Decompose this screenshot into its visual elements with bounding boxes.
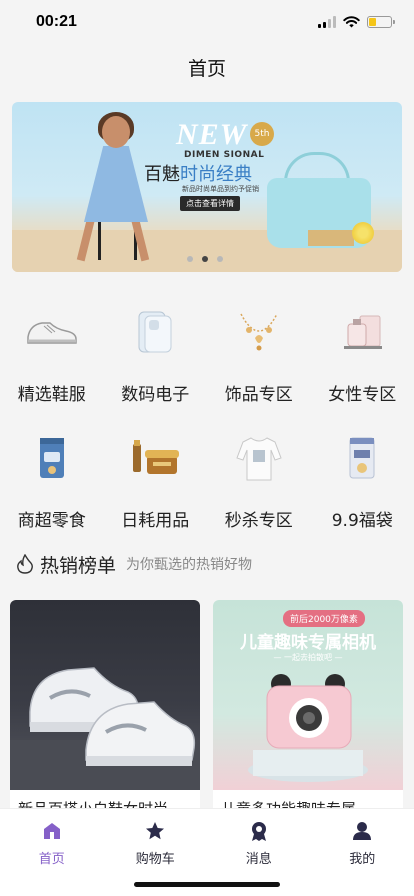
category-label: 精选鞋服 bbox=[17, 385, 86, 405]
home-icon bbox=[40, 819, 64, 843]
tab-profile[interactable]: 我的 bbox=[311, 809, 414, 896]
cellular-signal-icon bbox=[318, 16, 336, 28]
pagination-dot[interactable] bbox=[217, 256, 223, 262]
tab-label: 消息 bbox=[245, 852, 272, 867]
model-head bbox=[102, 116, 130, 148]
category-label: 日耗用品 bbox=[121, 511, 190, 531]
phone-case-icon bbox=[127, 304, 183, 360]
status-bar: 00:21 bbox=[0, 0, 414, 44]
banner-badge: 5th bbox=[250, 122, 274, 146]
battery-icon bbox=[367, 16, 395, 28]
nav-bar: 首页 bbox=[0, 44, 414, 90]
flame-icon bbox=[17, 554, 33, 574]
tab-label: 我的 bbox=[349, 852, 376, 867]
perfume-icon bbox=[334, 304, 390, 360]
banner-sub-cn: 新品时尚单品到约予促销 bbox=[182, 185, 259, 193]
gift-bag-icon bbox=[334, 430, 390, 486]
star-icon bbox=[143, 819, 167, 843]
pagination-dot[interactable] bbox=[202, 256, 208, 262]
badge-icon bbox=[247, 819, 271, 843]
banner-headline-highlight: 时尚经典 bbox=[180, 164, 252, 185]
category-women[interactable]: 女性专区 bbox=[311, 296, 414, 418]
user-icon bbox=[350, 819, 374, 843]
product-card[interactable]: 前后2000万像素 儿童趣味专属相机 — 一起去拍散吧 — 儿童多功能趣味专属 bbox=[213, 600, 403, 830]
books-image bbox=[308, 230, 354, 246]
pagination-dot[interactable] bbox=[187, 256, 193, 262]
wifi-icon bbox=[343, 16, 360, 28]
category-label: 商超零食 bbox=[17, 511, 86, 531]
banner-new-text: NEW bbox=[176, 118, 248, 151]
status-icons bbox=[318, 16, 395, 28]
sneakers-image bbox=[10, 600, 200, 790]
category-grid: 精选鞋服 数码电子 饰品专区 女性专区 商超零食 日耗用品 秒杀专区 9.9福袋 bbox=[0, 296, 414, 544]
necklace-icon bbox=[231, 304, 287, 360]
banner-pagination[interactable] bbox=[187, 256, 223, 262]
category-label: 数码电子 bbox=[121, 385, 190, 405]
tab-label: 购物车 bbox=[135, 852, 175, 867]
page-title: 首页 bbox=[187, 57, 226, 80]
banner-sub-en: DIMEN SIONAL bbox=[184, 150, 265, 160]
banner-headline: 百魅时尚经典 bbox=[144, 160, 252, 186]
status-time: 00:21 bbox=[36, 13, 77, 30]
kids-camera-image: 前后2000万像素 儿童趣味专属相机 — 一起去拍散吧 — bbox=[213, 600, 403, 790]
product-card[interactable]: 新品百搭小白鞋女时尚 bbox=[10, 600, 200, 830]
category-snacks[interactable]: 商超零食 bbox=[0, 422, 104, 544]
flower-image bbox=[352, 222, 374, 244]
battery-fill bbox=[369, 18, 377, 26]
category-daily[interactable]: 日耗用品 bbox=[104, 422, 208, 544]
promo-banner[interactable]: NEW 5th DIMEN SIONAL 百魅时尚经典 新品时尚单品到约予促销 … bbox=[12, 102, 402, 272]
home-indicator bbox=[134, 882, 280, 887]
category-flash-sale[interactable]: 秒杀专区 bbox=[207, 422, 311, 544]
category-shoes[interactable]: 精选鞋服 bbox=[0, 296, 104, 418]
category-label: 饰品专区 bbox=[224, 385, 293, 405]
stool-leg bbox=[98, 216, 101, 260]
tab-label: 首页 bbox=[38, 852, 65, 867]
hot-section-title: 热销榜单 bbox=[40, 554, 117, 577]
category-label: 女性专区 bbox=[328, 385, 397, 405]
hot-section-subtitle: 为你甄选的热销好物 bbox=[126, 557, 253, 573]
category-label: 9.9福袋 bbox=[331, 511, 393, 531]
banner-cta-button[interactable]: 点击查看详情 bbox=[180, 196, 240, 211]
banner-headline-prefix: 百魅 bbox=[144, 164, 180, 185]
snack-bag-icon bbox=[24, 430, 80, 486]
hot-section-header: 热销榜单 为你甄选的热销好物 bbox=[16, 550, 252, 578]
category-lucky-bag[interactable]: 9.9福袋 bbox=[311, 422, 414, 544]
category-jewelry[interactable]: 饰品专区 bbox=[207, 296, 311, 418]
cream-jar-icon bbox=[127, 430, 183, 486]
model-dress bbox=[84, 146, 148, 222]
category-label: 秒杀专区 bbox=[224, 511, 293, 531]
tab-home[interactable]: 首页 bbox=[0, 809, 104, 896]
tshirt-icon bbox=[231, 430, 287, 486]
category-digital[interactable]: 数码电子 bbox=[104, 296, 208, 418]
sneaker-icon bbox=[24, 304, 80, 360]
